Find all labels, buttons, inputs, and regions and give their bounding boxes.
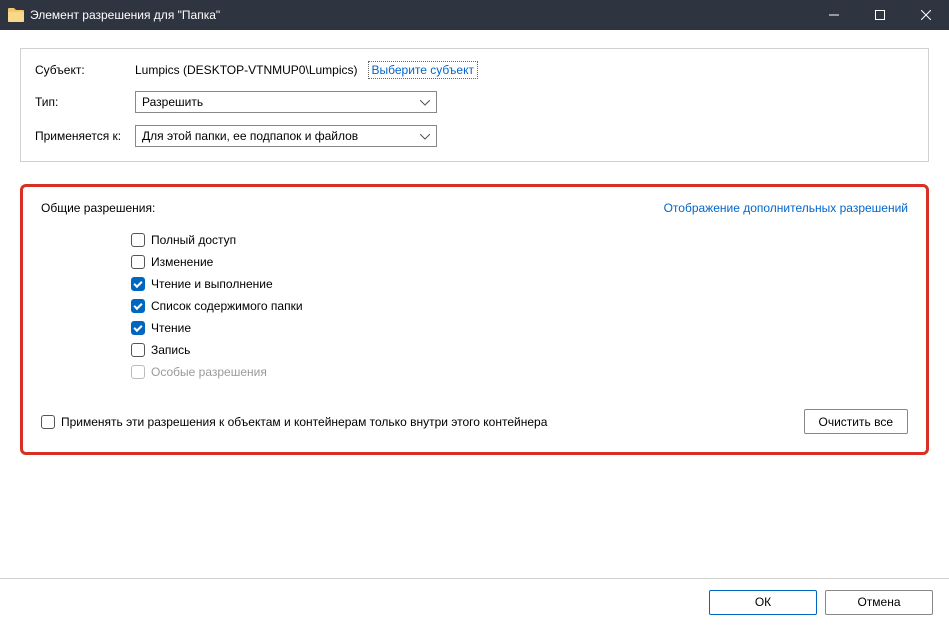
permission-checkbox[interactable] [131,321,145,335]
permission-checkbox[interactable] [131,299,145,313]
apply-only-checkbox[interactable] [41,415,55,429]
permission-row: Изменение [131,251,908,273]
maximize-button[interactable] [857,0,903,30]
subject-label: Субъект: [35,63,135,77]
chevron-down-icon [414,129,430,143]
permission-row: Полный доступ [131,229,908,251]
cancel-button[interactable]: Отмена [825,590,933,615]
minimize-button[interactable] [811,0,857,30]
permission-row: Запись [131,339,908,361]
permission-label: Список содержимого папки [151,299,303,313]
permission-label: Чтение [151,321,191,335]
window-title: Элемент разрешения для "Папка" [30,8,811,22]
permission-row: Список содержимого папки [131,295,908,317]
permission-checkbox[interactable] [131,233,145,247]
ok-button[interactable]: ОК [709,590,817,615]
titlebar: Элемент разрешения для "Папка" [0,0,949,30]
permissions-list: Полный доступ Изменение Чтение и выполнени… [41,229,908,383]
ok-label: ОК [755,595,771,609]
clear-all-label: Очистить все [819,415,893,429]
chevron-down-icon [414,95,430,109]
subject-value: Lumpics (DESKTOP-VTNMUP0\Lumpics) [135,63,358,77]
applies-to-combobox-value: Для этой папки, ее подпапок и файлов [142,129,414,143]
permission-label: Особые разрешения [151,365,267,379]
show-advanced-permissions-link[interactable]: Отображение дополнительных разрешений [664,201,908,215]
permission-checkbox [131,365,145,379]
permission-checkbox[interactable] [131,343,145,357]
permissions-panel: Общие разрешения: Отображение дополнител… [20,184,929,455]
applies-to-label: Применяется к: [35,129,135,143]
cancel-label: Отмена [857,595,900,609]
select-subject-link[interactable]: Выберите субъект [368,61,478,79]
applies-to-combobox[interactable]: Для этой папки, ее подпапок и файлов [135,125,437,147]
permission-row: Чтение [131,317,908,339]
permission-checkbox[interactable] [131,255,145,269]
principal-panel: Субъект: Lumpics (DESKTOP-VTNMUP0\Lumpic… [20,48,929,162]
clear-all-button[interactable]: Очистить все [804,409,908,434]
type-combobox-value: Разрешить [142,95,414,109]
folder-icon [8,8,24,22]
permission-row: Чтение и выполнение [131,273,908,295]
apply-only-label: Применять эти разрешения к объектам и ко… [61,415,547,429]
dialog-footer: ОК Отмена [0,578,949,625]
permission-label: Чтение и выполнение [151,277,273,291]
permission-label: Полный доступ [151,233,236,247]
permission-row: Особые разрешения [131,361,908,383]
basic-permissions-label: Общие разрешения: [41,201,155,215]
type-combobox[interactable]: Разрешить [135,91,437,113]
permission-label: Запись [151,343,190,357]
client-area: Субъект: Lumpics (DESKTOP-VTNMUP0\Lumpic… [0,30,949,579]
close-button[interactable] [903,0,949,30]
permission-label: Изменение [151,255,213,269]
type-label: Тип: [35,95,135,109]
permission-checkbox[interactable] [131,277,145,291]
